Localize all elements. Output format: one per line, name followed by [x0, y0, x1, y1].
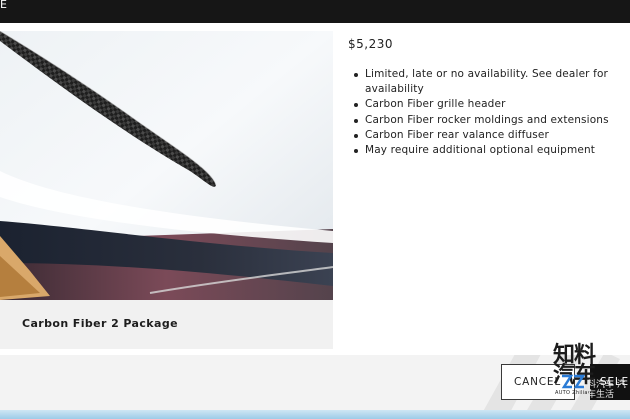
package-price: $5,230: [348, 37, 393, 51]
feature-item: Carbon Fiber grille header: [352, 97, 624, 112]
top-bar-title: E: [0, 0, 8, 11]
bottom-accent-strip: [0, 410, 630, 419]
watermark-cn-text: 料汽车 汽车生活: [587, 380, 626, 400]
feature-list: Limited, late or no availability. See de…: [352, 67, 624, 158]
watermark-logo: 知料 汽车 AUTO ZhiliaoAuto 料汽车 汽车生活: [553, 344, 630, 404]
zz-logo-icon: [561, 374, 585, 389]
modal-footer: CANCEL SELE: [0, 355, 630, 410]
feature-item: Carbon Fiber rocker moldings and extensi…: [352, 113, 624, 128]
carbon-fiber-spoiler-image: [0, 31, 333, 300]
feature-item: Limited, late or no availability. See de…: [352, 67, 624, 97]
package-photo: [0, 31, 333, 300]
top-bar: E: [0, 0, 630, 23]
feature-item: Carbon Fiber rear valance diffuser: [352, 128, 624, 143]
package-card[interactable]: Carbon Fiber 2 Package: [0, 31, 333, 349]
feature-item: May require additional optional equipmen…: [352, 143, 624, 158]
package-title: Carbon Fiber 2 Package: [22, 317, 178, 330]
